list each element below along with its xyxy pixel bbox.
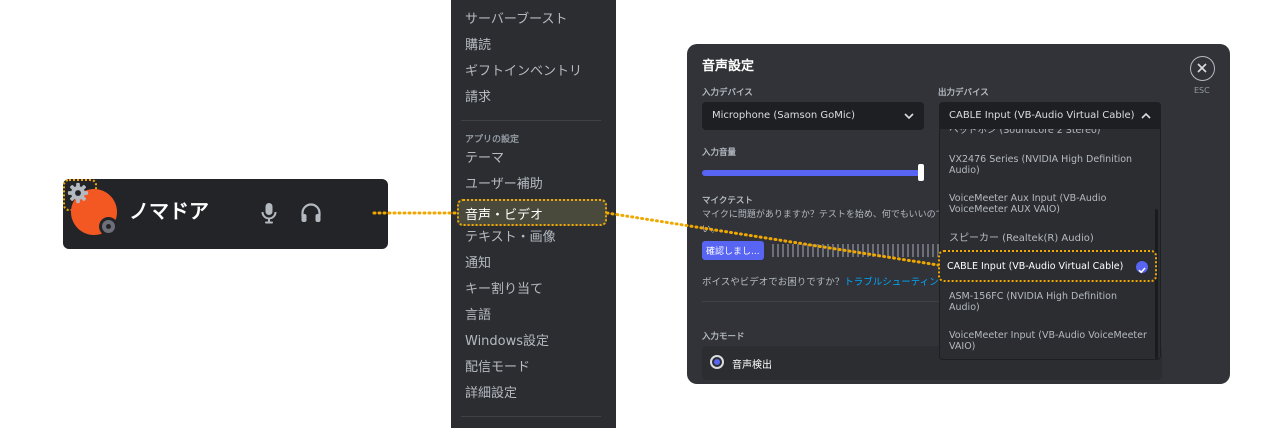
callout-connectors [372, 211, 940, 267]
